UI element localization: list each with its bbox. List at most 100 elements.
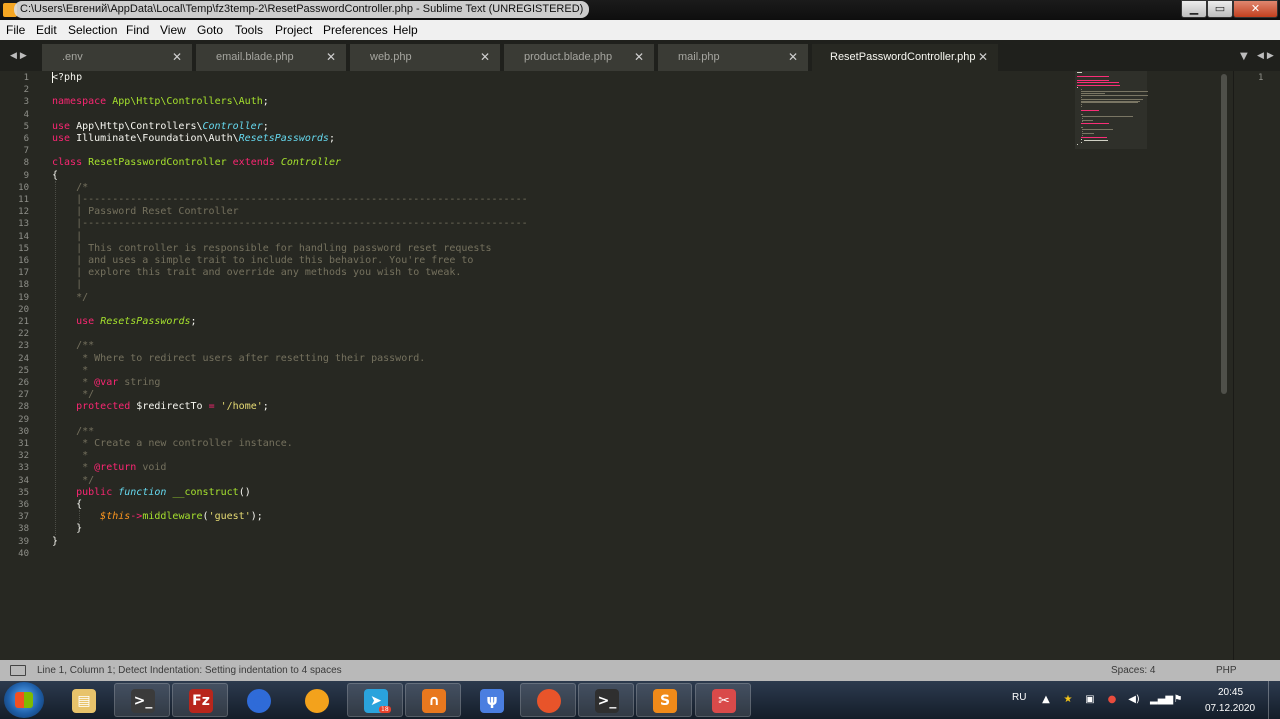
menu-file[interactable]: File xyxy=(6,23,25,37)
menu-project[interactable]: Project xyxy=(275,23,312,37)
line-number: 5 xyxy=(23,121,29,132)
menu-goto[interactable]: Goto xyxy=(197,23,223,37)
menu-selection[interactable]: Selection xyxy=(68,23,117,37)
taskbar-explorer[interactable]: ▤ xyxy=(55,683,111,717)
code-line: */ xyxy=(52,389,95,401)
code-line: |---------------------------------------… xyxy=(52,194,528,205)
vertical-scrollbar[interactable] xyxy=(1221,74,1227,394)
network-signal-icon[interactable]: ▂▄▆ xyxy=(1150,694,1173,706)
tab-close-icon[interactable]: ✕ xyxy=(480,50,490,64)
tab-mail[interactable]: mail.php ✕ xyxy=(658,44,808,71)
code-line: protected $redirectTo = '/home'; xyxy=(76,401,269,413)
second-editor-pane[interactable]: 1 xyxy=(1233,71,1280,660)
tab-close-icon[interactable]: ✕ xyxy=(978,50,988,64)
tray-expand-icon[interactable]: ▲ xyxy=(1040,694,1052,706)
second-pane-line-number: 1 xyxy=(1258,73,1264,83)
tab-label: product.blade.php xyxy=(524,51,613,63)
start-button[interactable] xyxy=(4,682,44,718)
tray-notification-icon[interactable]: ● xyxy=(1106,694,1118,706)
line-number: 16 xyxy=(18,256,29,266)
taskbar-terminal[interactable]: >_ xyxy=(114,683,170,717)
filezilla-icon: Fz xyxy=(189,689,213,713)
tab-product-blade[interactable]: product.blade.php ✕ xyxy=(504,44,654,71)
line-number: 15 xyxy=(18,243,29,254)
vscodium-icon: ψ xyxy=(480,689,504,713)
line-number: 3 xyxy=(23,97,29,108)
tab-scroll-arrows-icon[interactable]: ◀▶ xyxy=(10,51,30,61)
line-number: 40 xyxy=(18,548,29,559)
taskbar-snipping[interactable]: ✂ xyxy=(695,683,751,717)
taskbar-chrome-canary[interactable]: ● xyxy=(288,683,344,717)
taskbar-firefox[interactable]: ● xyxy=(520,683,576,717)
tray-star-icon[interactable]: ★ xyxy=(1062,694,1074,706)
title-bar: C:\Users\Евгений\AppData\Local\Temp\fz3t… xyxy=(0,0,1280,20)
line-number: 1 xyxy=(23,73,29,83)
close-button[interactable]: ✕ xyxy=(1233,0,1278,18)
menu-edit[interactable]: Edit xyxy=(36,23,57,37)
tab-web[interactable]: web.php ✕ xyxy=(350,44,500,71)
tab-label: ResetPasswordController.php xyxy=(830,51,976,63)
network-status-icon[interactable]: ⚑ xyxy=(1172,694,1184,706)
tab-label: email.blade.php xyxy=(216,51,294,63)
minimize-button[interactable]: ▁ xyxy=(1181,0,1207,18)
line-number: 10 xyxy=(18,182,29,193)
syntax-setting[interactable]: PHP xyxy=(1216,665,1237,676)
code-line: |---------------------------------------… xyxy=(52,218,528,230)
tab-env[interactable]: .env ✕ xyxy=(42,44,192,71)
line-number: 2 xyxy=(23,85,29,96)
tab-nav-arrows-icon[interactable]: ◀▶ xyxy=(1257,51,1277,61)
panel-toggle-icon[interactable] xyxy=(10,665,26,676)
code-line: */ xyxy=(52,291,89,303)
code-line: | xyxy=(52,279,83,291)
code-line: * @return void xyxy=(52,462,167,474)
line-number: 9 xyxy=(23,170,29,181)
tab-close-icon[interactable]: ✕ xyxy=(634,50,644,64)
taskbar-openvpn[interactable]: ∩ xyxy=(405,683,461,717)
tab-close-icon[interactable]: ✕ xyxy=(788,50,798,64)
line-number: 26 xyxy=(18,378,29,388)
tray-app-icon[interactable]: ▣ xyxy=(1084,694,1096,706)
clock-time[interactable]: 20:45 xyxy=(1218,687,1243,698)
snipping-icon: ✂ xyxy=(712,689,736,713)
taskbar-firefox-dev[interactable]: ● xyxy=(230,683,286,717)
line-number-gutter: 1 2 3 4 5 6 7 8 9 10 11 12 13 14 15 16 17 18 19 20 21 22 23 24 2… xyxy=(0,71,44,660)
tab-label: mail.php xyxy=(678,51,720,63)
minimap-viewport[interactable] xyxy=(1075,71,1147,149)
menu-preferences[interactable]: Preferences xyxy=(323,23,388,37)
tab-reset-password-controller[interactable]: ResetPasswordController.php ✕ xyxy=(812,44,998,71)
maximize-button[interactable]: ▭ xyxy=(1207,0,1233,18)
tab-label: web.php xyxy=(370,51,412,63)
taskbar-cmd[interactable]: >_ xyxy=(578,683,634,717)
line-number: 31 xyxy=(18,439,29,449)
openvpn-icon: ∩ xyxy=(422,689,446,713)
line-number: 13 xyxy=(18,219,29,230)
taskbar-telegram[interactable]: ➤ 18 xyxy=(347,683,403,717)
firefox-dev-icon: ● xyxy=(247,689,271,713)
show-desktop-button[interactable] xyxy=(1268,681,1280,719)
volume-icon[interactable]: ◀) xyxy=(1128,694,1140,706)
input-language[interactable]: RU xyxy=(1012,692,1026,703)
line-number: 38 xyxy=(18,524,29,535)
line-number: 17 xyxy=(18,268,29,279)
taskbar-sublime[interactable]: S xyxy=(636,683,692,717)
menu-find[interactable]: Find xyxy=(126,23,149,37)
window-title: C:\Users\Евгений\AppData\Local\Temp\fz3t… xyxy=(14,1,590,18)
taskbar-vscodium[interactable]: ψ xyxy=(463,683,519,717)
clock-date[interactable]: 07.12.2020 xyxy=(1205,703,1255,714)
menu-help[interactable]: Help xyxy=(393,23,418,37)
tab-dropdown-icon[interactable]: ▼ xyxy=(1240,51,1251,62)
indent-guide xyxy=(55,180,56,535)
taskbar-filezilla[interactable]: Fz xyxy=(172,683,228,717)
line-number: 36 xyxy=(18,500,29,510)
tab-close-icon[interactable]: ✕ xyxy=(172,50,182,64)
menu-tools[interactable]: Tools xyxy=(235,23,263,37)
tab-email-blade[interactable]: email.blade.php ✕ xyxy=(196,44,346,71)
windows-taskbar: ▤ >_ Fz ● ● ➤ 18 ∩ ψ ● >_ S ✂ RU ▲ ★ ▣ ● ◀) ▂▄▆ ⚑ 20… xyxy=(0,681,1280,719)
indentation-setting[interactable]: Spaces: 4 xyxy=(1111,665,1155,676)
cmd-icon: >_ xyxy=(595,689,619,713)
tab-close-icon[interactable]: ✕ xyxy=(326,50,336,64)
line-number: 29 xyxy=(18,414,29,425)
menu-view[interactable]: View xyxy=(160,23,186,37)
minimap[interactable] xyxy=(1075,71,1215,151)
line-number: 6 xyxy=(23,134,29,144)
